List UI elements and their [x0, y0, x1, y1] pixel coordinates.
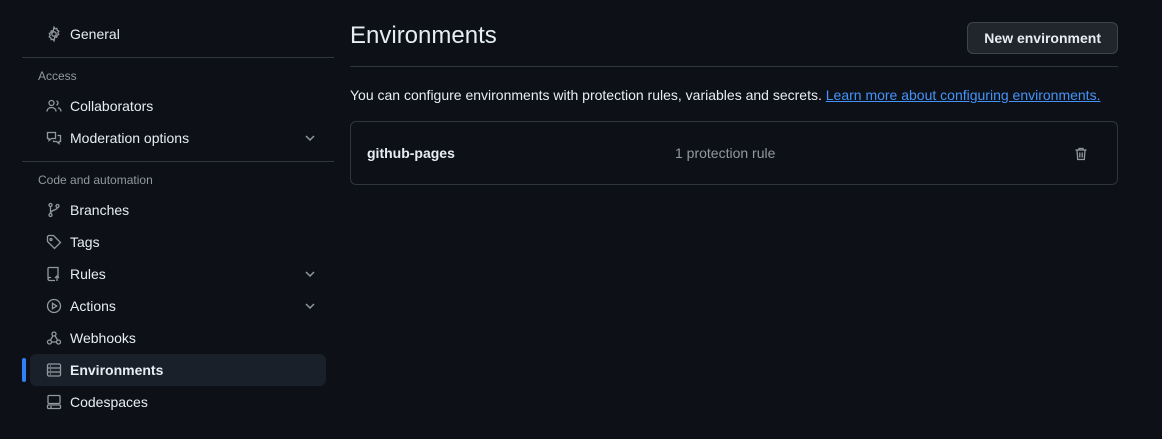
learn-more-link[interactable]: Learn more about configuring environment…: [826, 87, 1101, 103]
sidebar-item-webhooks[interactable]: Webhooks: [30, 322, 326, 354]
sidebar-item-label: General: [70, 26, 120, 42]
page-title: Environments: [350, 22, 497, 49]
sidebar-item-tags[interactable]: Tags: [30, 226, 326, 258]
environment-name[interactable]: github-pages: [367, 145, 455, 161]
active-indicator: [22, 358, 26, 382]
sidebar-item-rules[interactable]: Rules: [30, 258, 326, 290]
settings-page: General Access Collaborators Moderation …: [0, 0, 1162, 439]
sidebar-item-actions[interactable]: Actions: [30, 290, 326, 322]
sidebar-item-general[interactable]: General: [30, 18, 326, 50]
chevron-down-icon[interactable]: [302, 266, 318, 282]
sidebar-item-label: Codespaces: [70, 394, 148, 410]
sidebar-item-collaborators[interactable]: Collaborators: [30, 90, 326, 122]
trash-icon[interactable]: [1073, 146, 1089, 162]
chevron-down-icon[interactable]: [302, 130, 318, 146]
chevron-down-icon[interactable]: [302, 298, 318, 314]
codespaces-icon: [46, 394, 62, 410]
comment-discussion-icon: [46, 130, 62, 146]
git-branch-icon: [46, 202, 62, 218]
main-content: Environments New environment You can con…: [350, 18, 1118, 185]
webhook-icon: [46, 330, 62, 346]
page-header: Environments New environment: [350, 18, 1118, 67]
sidebar-item-branches[interactable]: Branches: [30, 194, 326, 226]
repo-push-icon: [46, 266, 62, 282]
section-label-code-automation: Code and automation: [38, 173, 153, 187]
gear-icon: [46, 26, 62, 42]
sidebar-item-label: Rules: [70, 266, 106, 282]
sidebar-item-label: Environments: [70, 362, 164, 378]
sidebar-item-label: Webhooks: [70, 330, 136, 346]
sidebar-item-label: Collaborators: [70, 98, 154, 114]
sidebar-divider: [22, 161, 334, 162]
section-label-access: Access: [38, 69, 77, 83]
settings-sidebar: General Access Collaborators Moderation …: [22, 18, 334, 418]
play-icon: [46, 298, 62, 314]
description-text: You can configure environments with prot…: [350, 87, 822, 103]
server-icon: [46, 362, 62, 378]
people-icon: [46, 98, 62, 114]
protection-rule-count: 1 protection rule: [675, 145, 776, 161]
sidebar-item-codespaces[interactable]: Codespaces: [30, 386, 326, 418]
sidebar-item-environments[interactable]: Environments: [22, 354, 326, 386]
sidebar-item-label: Tags: [70, 234, 100, 250]
page-description: You can configure environments with prot…: [350, 85, 1118, 105]
sidebar-item-moderation-options[interactable]: Moderation options: [30, 122, 326, 154]
new-environment-button[interactable]: New environment: [967, 22, 1118, 54]
tag-icon: [46, 234, 62, 250]
sidebar-divider: [22, 57, 334, 58]
sidebar-item-label: Moderation options: [70, 130, 190, 146]
sidebar-item-label: Branches: [70, 202, 130, 218]
sidebar-item-label: Actions: [70, 298, 116, 314]
environment-row[interactable]: github-pages 1 protection rule: [350, 121, 1118, 185]
